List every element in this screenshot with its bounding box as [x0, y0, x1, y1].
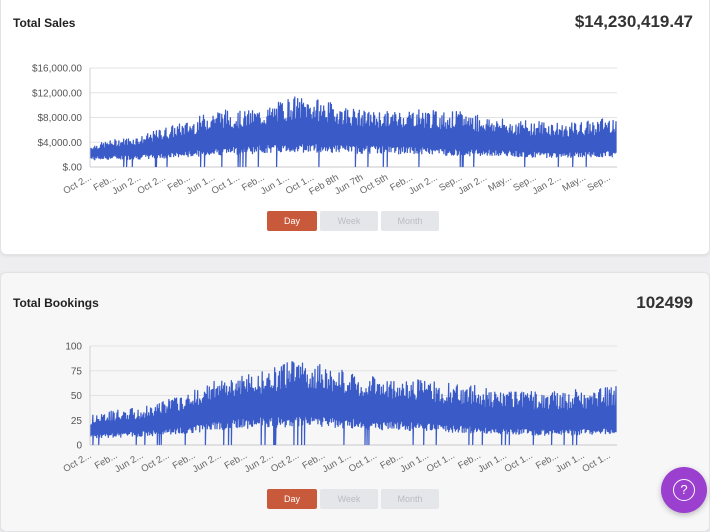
- x-tick-label: Oct 1...: [210, 172, 242, 197]
- series-line: [90, 361, 617, 446]
- x-tick-label: Oct 2...: [139, 450, 171, 475]
- y-tick-label: 0: [76, 441, 82, 452]
- x-tick-label: Jan 2...: [531, 172, 563, 197]
- x-tick-label: Jun 1...: [321, 450, 353, 475]
- x-tick-label: May...: [486, 172, 513, 194]
- sales-chart: $.00 $4,000.00 $8,000.00 $12,000.00 $16,000.…: [32, 64, 617, 198]
- x-tick-label: Jun 1...: [476, 450, 508, 475]
- total-sales-card: Total Sales $14,230,419.47 $.00 $4,000.00…: [0, 0, 710, 255]
- help-circle-icon: ?: [673, 479, 695, 501]
- x-tick-label: Oct 2...: [61, 172, 93, 197]
- y-tick-label: $4,000.00: [38, 138, 83, 149]
- day-button[interactable]: Day: [267, 489, 317, 509]
- x-tick-label: May...: [560, 172, 587, 194]
- x-tick-label: Oct 2...: [61, 450, 93, 475]
- y-tick-label: $.00: [63, 163, 83, 174]
- x-tick-label: Oct 1...: [347, 450, 379, 475]
- x-tick-label: Jan 2...: [456, 172, 488, 197]
- y-tick-label: $16,000.00: [32, 64, 82, 75]
- x-tick-label: Sep...: [585, 172, 612, 194]
- x-tick-label: Jun 2...: [191, 450, 223, 475]
- series-line: [90, 96, 617, 168]
- y-tick-label: 25: [71, 416, 83, 427]
- month-button[interactable]: Month: [381, 211, 439, 231]
- x-tick-label: Jun 2...: [407, 172, 439, 197]
- week-button[interactable]: Week: [320, 211, 378, 231]
- x-tick-label: Oct 5th: [358, 172, 390, 197]
- y-tick-label: 75: [71, 366, 83, 377]
- x-tick-label: Oct 2...: [136, 172, 168, 197]
- x-tick-label: Oct 1...: [503, 450, 535, 475]
- x-tick-label: Jun 1...: [554, 450, 586, 475]
- x-tick-label: Oct 1...: [425, 450, 457, 475]
- help-button[interactable]: ?: [661, 467, 707, 513]
- range-toggle: Day Week Month: [267, 489, 439, 509]
- total-bookings-card: Total Bookings 102499 0 25 50 75 100 Oct 2...…: [0, 272, 710, 532]
- week-button[interactable]: Week: [320, 489, 378, 509]
- x-tick-label: Oct 1...: [580, 450, 612, 475]
- y-tick-label: 50: [71, 391, 83, 402]
- bookings-chart: 0255075100Oct 2... Feb...Jun 2...Oct 2...…: [61, 342, 617, 475]
- x-tick-label: Jun 2...: [113, 450, 145, 475]
- day-button[interactable]: Day: [267, 211, 317, 231]
- y-tick-label: $12,000.00: [32, 88, 82, 99]
- month-button[interactable]: Month: [381, 489, 439, 509]
- x-tick-label: Jun 1...: [398, 450, 430, 475]
- y-tick-label: $8,000.00: [38, 113, 83, 124]
- range-toggle: Day Week Month: [267, 211, 439, 231]
- y-tick-label: 100: [65, 342, 82, 353]
- x-tick-label: Oct 2...: [269, 450, 301, 475]
- x-tick-label: Jun 2...: [243, 450, 275, 475]
